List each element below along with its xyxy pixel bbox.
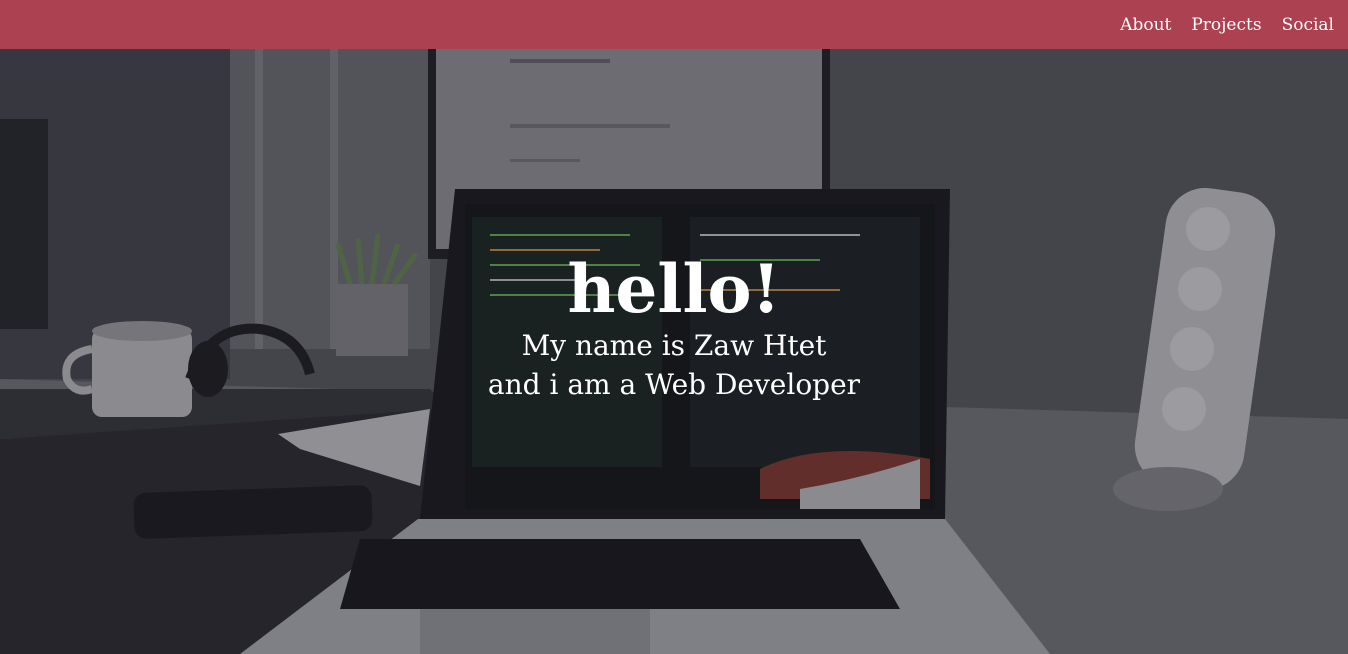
nav-link-projects[interactable]: Projects [1191,15,1261,35]
nav-link-social[interactable]: Social [1282,15,1334,35]
nav-link-about[interactable]: About [1120,15,1171,35]
hero-section: hello! My name is Zaw Htet and i am a We… [0,49,1348,654]
hero-title: hello! [567,250,781,328]
hero-role-line: and i am a Web Developer [487,368,861,401]
top-navbar: About Projects Social [0,0,1348,49]
hero-text: hello! My name is Zaw Htet and i am a We… [0,49,1348,654]
hero-intro-line: My name is Zaw Htet [521,329,827,362]
nav-links: About Projects Social [1120,0,1334,49]
